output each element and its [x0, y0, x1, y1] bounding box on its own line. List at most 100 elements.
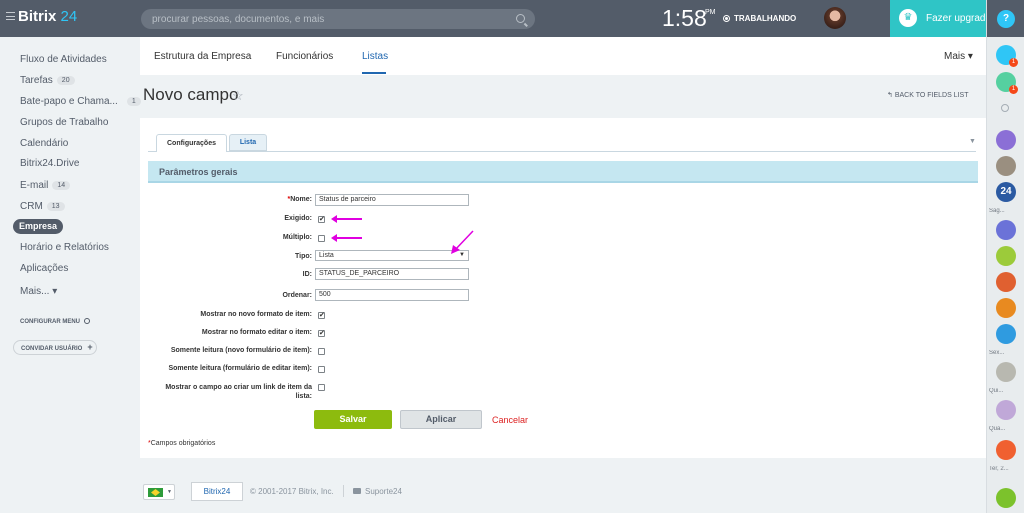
section-title: Parâmetros gerais	[159, 167, 238, 177]
left-sidebar: Fluxo de Atividades Tarefas 20 Bate-papo …	[0, 37, 141, 513]
apply-button[interactable]: Aplicar	[400, 410, 482, 429]
search-icon[interactable]	[1001, 104, 1009, 112]
activity-icon[interactable]: 1	[996, 72, 1018, 94]
clock[interactable]: 1:58	[662, 5, 707, 32]
sidebar-item-more[interactable]: Mais... ▾	[20, 286, 57, 297]
footer-logo[interactable]: Bitrix24	[191, 482, 243, 501]
id-field[interactable]: STATUS_DE_PARCEIRO	[315, 268, 469, 280]
sidebar-item-applications[interactable]: Aplicações	[20, 263, 68, 274]
footer-divider	[343, 485, 344, 497]
clock-ampm: PM	[705, 9, 716, 16]
work-status[interactable]: TRABALHANDO	[734, 14, 796, 23]
tab-divider	[148, 151, 976, 152]
sidebar-item-email[interactable]: E-mail 14	[20, 180, 71, 191]
lock-icon[interactable]	[996, 246, 1016, 266]
contact-avatar[interactable]	[996, 272, 1016, 292]
user-avatar[interactable]	[824, 7, 846, 29]
sidebar-item-company[interactable]: Empresa	[13, 219, 63, 234]
configure-menu-button[interactable]: CONFIGURAR MENU	[20, 318, 90, 325]
tab-company-structure[interactable]: Estrutura da Empresa	[154, 51, 251, 62]
tab-settings[interactable]: Configurações	[156, 134, 227, 152]
readonly-edit-checkbox[interactable]	[318, 366, 325, 373]
hamburger-icon[interactable]	[6, 12, 15, 20]
sidebar-item-tasks[interactable]: Tarefas 20	[20, 75, 75, 86]
type-select[interactable]: Lista ▼	[315, 250, 469, 261]
crown-icon: ♛	[899, 9, 917, 27]
show-new-checkbox[interactable]: ✔	[318, 312, 325, 319]
sidebar-item-calendar[interactable]: Calendário	[20, 138, 68, 149]
search-input[interactable]: procurar pessoas, documentos, e mais	[141, 9, 535, 29]
more-menu[interactable]: Mais ▾	[944, 51, 973, 62]
arrow-back-icon: ↰	[887, 92, 895, 99]
sidebar-item-workgroups[interactable]: Grupos de Trabalho	[20, 117, 108, 128]
required-checkbox[interactable]: ✔	[318, 216, 325, 223]
search-placeholder: procurar pessoas, documentos, e mais	[152, 14, 325, 25]
readonly-new-label: Somente leitura (novo formulário de item…	[170, 347, 312, 354]
tab-list[interactable]: Lista	[229, 134, 267, 151]
name-label: *Nome:	[287, 196, 312, 203]
readonly-edit-label: Somente leitura (formulário de editar it…	[168, 365, 312, 372]
count-badge: 20	[56, 76, 75, 85]
sidebar-item-time-reports[interactable]: Horário e Relatórios	[20, 242, 109, 253]
notification-badge: 1	[1009, 85, 1018, 94]
sidebar-item-crm[interactable]: CRM 13	[20, 201, 65, 212]
tab-employees[interactable]: Funcionários	[276, 51, 333, 62]
chat-icon	[353, 488, 361, 494]
invite-users-button[interactable]: CONVIDAR USUÁRIO +	[13, 340, 97, 355]
phone-icon[interactable]	[996, 488, 1016, 508]
star-icon[interactable]: ☆	[232, 88, 244, 104]
readonly-new-checkbox[interactable]	[318, 348, 325, 355]
lock-icon[interactable]	[996, 324, 1016, 344]
chevron-down-icon: ▼	[167, 489, 172, 495]
contact-avatar[interactable]	[996, 156, 1016, 176]
chevron-down-icon: ▾	[967, 51, 973, 62]
show-link-label: Mostrar o campo ao criar um link de item…	[165, 384, 312, 400]
app-logo[interactable]: Bitrix 24	[18, 8, 77, 25]
right-strip-header: ?	[987, 0, 1024, 37]
show-new-label: Mostrar no novo formato de item:	[200, 311, 312, 318]
upgrade-button[interactable]: ♛ Fazer upgrade	[890, 0, 991, 37]
right-messenger-strip: ? 1 1 24 Sag... Sex... Qui... Qua... Ter…	[986, 0, 1024, 513]
megaphone-icon[interactable]	[996, 220, 1016, 240]
contact-label: Sag...	[989, 208, 1005, 214]
sort-label: Ordenar:	[282, 292, 312, 299]
contact-label: Sex...	[989, 350, 1005, 356]
bell-icon[interactable]: 1	[996, 45, 1018, 67]
section-header: Parâmetros gerais	[148, 161, 978, 183]
contact-avatar[interactable]	[996, 362, 1016, 382]
multiple-checkbox[interactable]	[318, 235, 325, 242]
work-status-icon[interactable]	[723, 15, 730, 22]
save-button[interactable]: Salvar	[314, 410, 392, 429]
contact-avatar[interactable]	[996, 400, 1016, 420]
sort-field[interactable]: 500	[315, 289, 469, 301]
contact-avatar[interactable]	[996, 298, 1016, 318]
support-link[interactable]: Suporte24	[353, 487, 402, 496]
language-selector[interactable]: ▼	[143, 484, 175, 500]
collapse-icon[interactable]: ▼	[969, 138, 976, 145]
show-edit-checkbox[interactable]: ✔	[318, 330, 325, 337]
tab-lists[interactable]: Listas	[362, 51, 388, 62]
show-edit-label: Mostrar no formato editar o item:	[201, 329, 312, 336]
name-field[interactable]: Status de parceiro	[315, 194, 469, 206]
type-label: Tipo:	[295, 253, 312, 260]
plus-icon: +	[87, 342, 93, 352]
contact-avatar[interactable]	[996, 130, 1016, 150]
notification-badge: 1	[1009, 58, 1018, 67]
cancel-link[interactable]: Cancelar	[492, 415, 528, 425]
contact-label: Qua...	[989, 426, 1006, 432]
back-to-fields-link[interactable]: ↰ BACK TO FIELDS LIST	[887, 91, 968, 99]
annotation-arrow	[331, 234, 362, 242]
bitrix24-chat-icon[interactable]: 24	[996, 182, 1016, 202]
contact-label: Qui...	[989, 388, 1004, 394]
flag-brazil-icon	[148, 488, 163, 497]
help-icon[interactable]: ?	[997, 10, 1015, 28]
page-title: Novo campo	[143, 85, 239, 104]
lock-icon[interactable]	[996, 440, 1016, 460]
active-tab-indicator	[362, 72, 386, 74]
sidebar-item-activity-stream[interactable]: Fluxo de Atividades	[20, 54, 107, 65]
show-link-checkbox[interactable]	[318, 384, 325, 391]
sidebar-item-chat[interactable]: Bate-papo e Chama... 1	[20, 96, 141, 107]
annotation-arrow	[331, 215, 362, 223]
search-icon[interactable]	[516, 14, 525, 23]
sidebar-item-drive[interactable]: Bitrix24.Drive	[20, 158, 79, 169]
